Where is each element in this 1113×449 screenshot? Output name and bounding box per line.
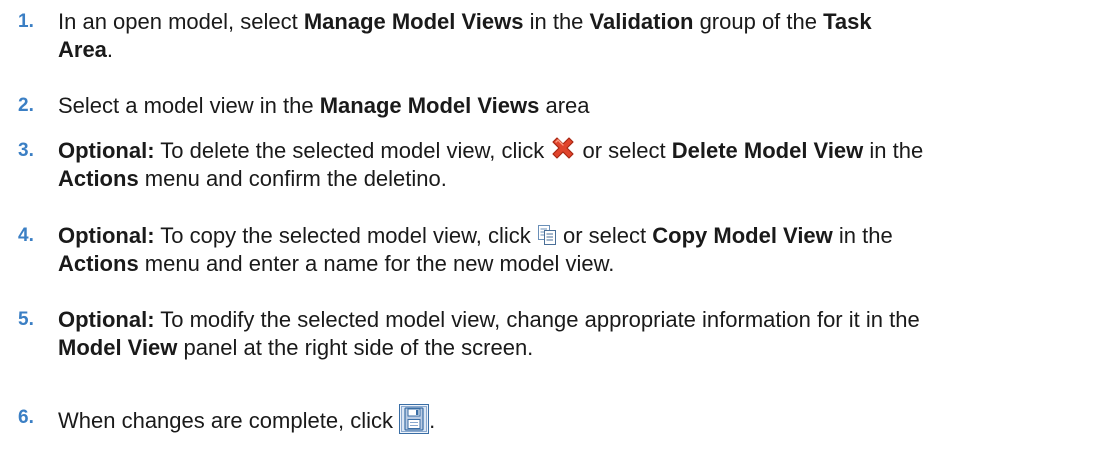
- step-number: 5.: [18, 309, 34, 330]
- text-run: or select: [556, 223, 653, 248]
- step-number: 6.: [18, 407, 34, 428]
- text-run: In an open model, select: [58, 9, 304, 34]
- step-text: Optional: To copy the selected model vie…: [58, 222, 1098, 278]
- ui-term: Area: [58, 37, 107, 62]
- text-run: menu and confirm the deletino.: [138, 166, 447, 191]
- text-run: Select a model view in the: [58, 93, 320, 118]
- text-run: To copy the selected model view, click: [154, 223, 537, 248]
- step-line: In an open model, select Manage Model Vi…: [58, 8, 1098, 36]
- optional-label: Optional:: [58, 138, 155, 163]
- step-line: Optional: To modify the selected model v…: [58, 306, 1098, 334]
- step-line: Area.: [58, 36, 1098, 64]
- step-number: 4.: [18, 225, 34, 246]
- step-line: Select a model view in the Manage Model …: [58, 92, 1098, 120]
- ui-term: Copy Model View: [652, 223, 833, 248]
- text-run: To delete the selected model view, click: [154, 138, 551, 163]
- ui-term: Actions: [58, 166, 139, 191]
- ui-term: Manage Model Views: [319, 93, 540, 118]
- text-run: area: [539, 93, 590, 118]
- text-run: or select: [576, 138, 672, 163]
- text-run: in the: [523, 9, 590, 34]
- ui-term: Model View: [58, 335, 178, 360]
- step-text: Optional: To modify the selected model v…: [58, 306, 1098, 362]
- optional-label: Optional:: [58, 307, 155, 332]
- step-line: Optional: To copy the selected model vie…: [58, 222, 1098, 250]
- step-text: When changes are complete, click .: [58, 404, 1098, 435]
- step-text: Select a model view in the Manage Model …: [58, 92, 1098, 120]
- step-line: When changes are complete, click .: [58, 404, 1098, 435]
- text-run: .: [429, 408, 436, 433]
- text-run: group of the: [693, 9, 824, 34]
- text-run: in the: [832, 223, 893, 248]
- copy-documents-icon: [537, 224, 557, 246]
- save-floppy-icon: [399, 404, 430, 434]
- ui-term: Task: [823, 9, 872, 34]
- text-run: menu and enter a name for the new model …: [138, 251, 615, 276]
- ui-term: Manage Model Views: [303, 9, 524, 34]
- ui-term: Delete Model View: [671, 138, 864, 163]
- step-number: 1.: [18, 11, 34, 32]
- step-number: 3.: [18, 140, 34, 161]
- step-text: Optional: To delete the selected model v…: [58, 137, 1098, 193]
- optional-label: Optional:: [58, 223, 155, 248]
- text-run: To modify the selected model view, chang…: [154, 307, 920, 332]
- delete-x-icon: [550, 137, 576, 161]
- procedure-steps: 1. In an open model, select Manage Model…: [0, 0, 1113, 449]
- ui-term: Validation: [589, 9, 694, 34]
- text-run: in the: [863, 138, 924, 163]
- step-text: In an open model, select Manage Model Vi…: [58, 8, 1098, 64]
- step-line: Actions menu and enter a name for the ne…: [58, 250, 1098, 278]
- text-run: .: [106, 37, 114, 62]
- step-line: Model View panel at the right side of th…: [58, 334, 1098, 362]
- step-line: Optional: To delete the selected model v…: [58, 137, 1098, 165]
- text-run: panel at the right side of the screen.: [177, 335, 534, 360]
- text-run: When changes are complete, click: [58, 408, 400, 433]
- step-line: Actions menu and confirm the deletino.: [58, 165, 1098, 193]
- ui-term: Actions: [58, 251, 139, 276]
- step-number: 2.: [18, 95, 34, 116]
